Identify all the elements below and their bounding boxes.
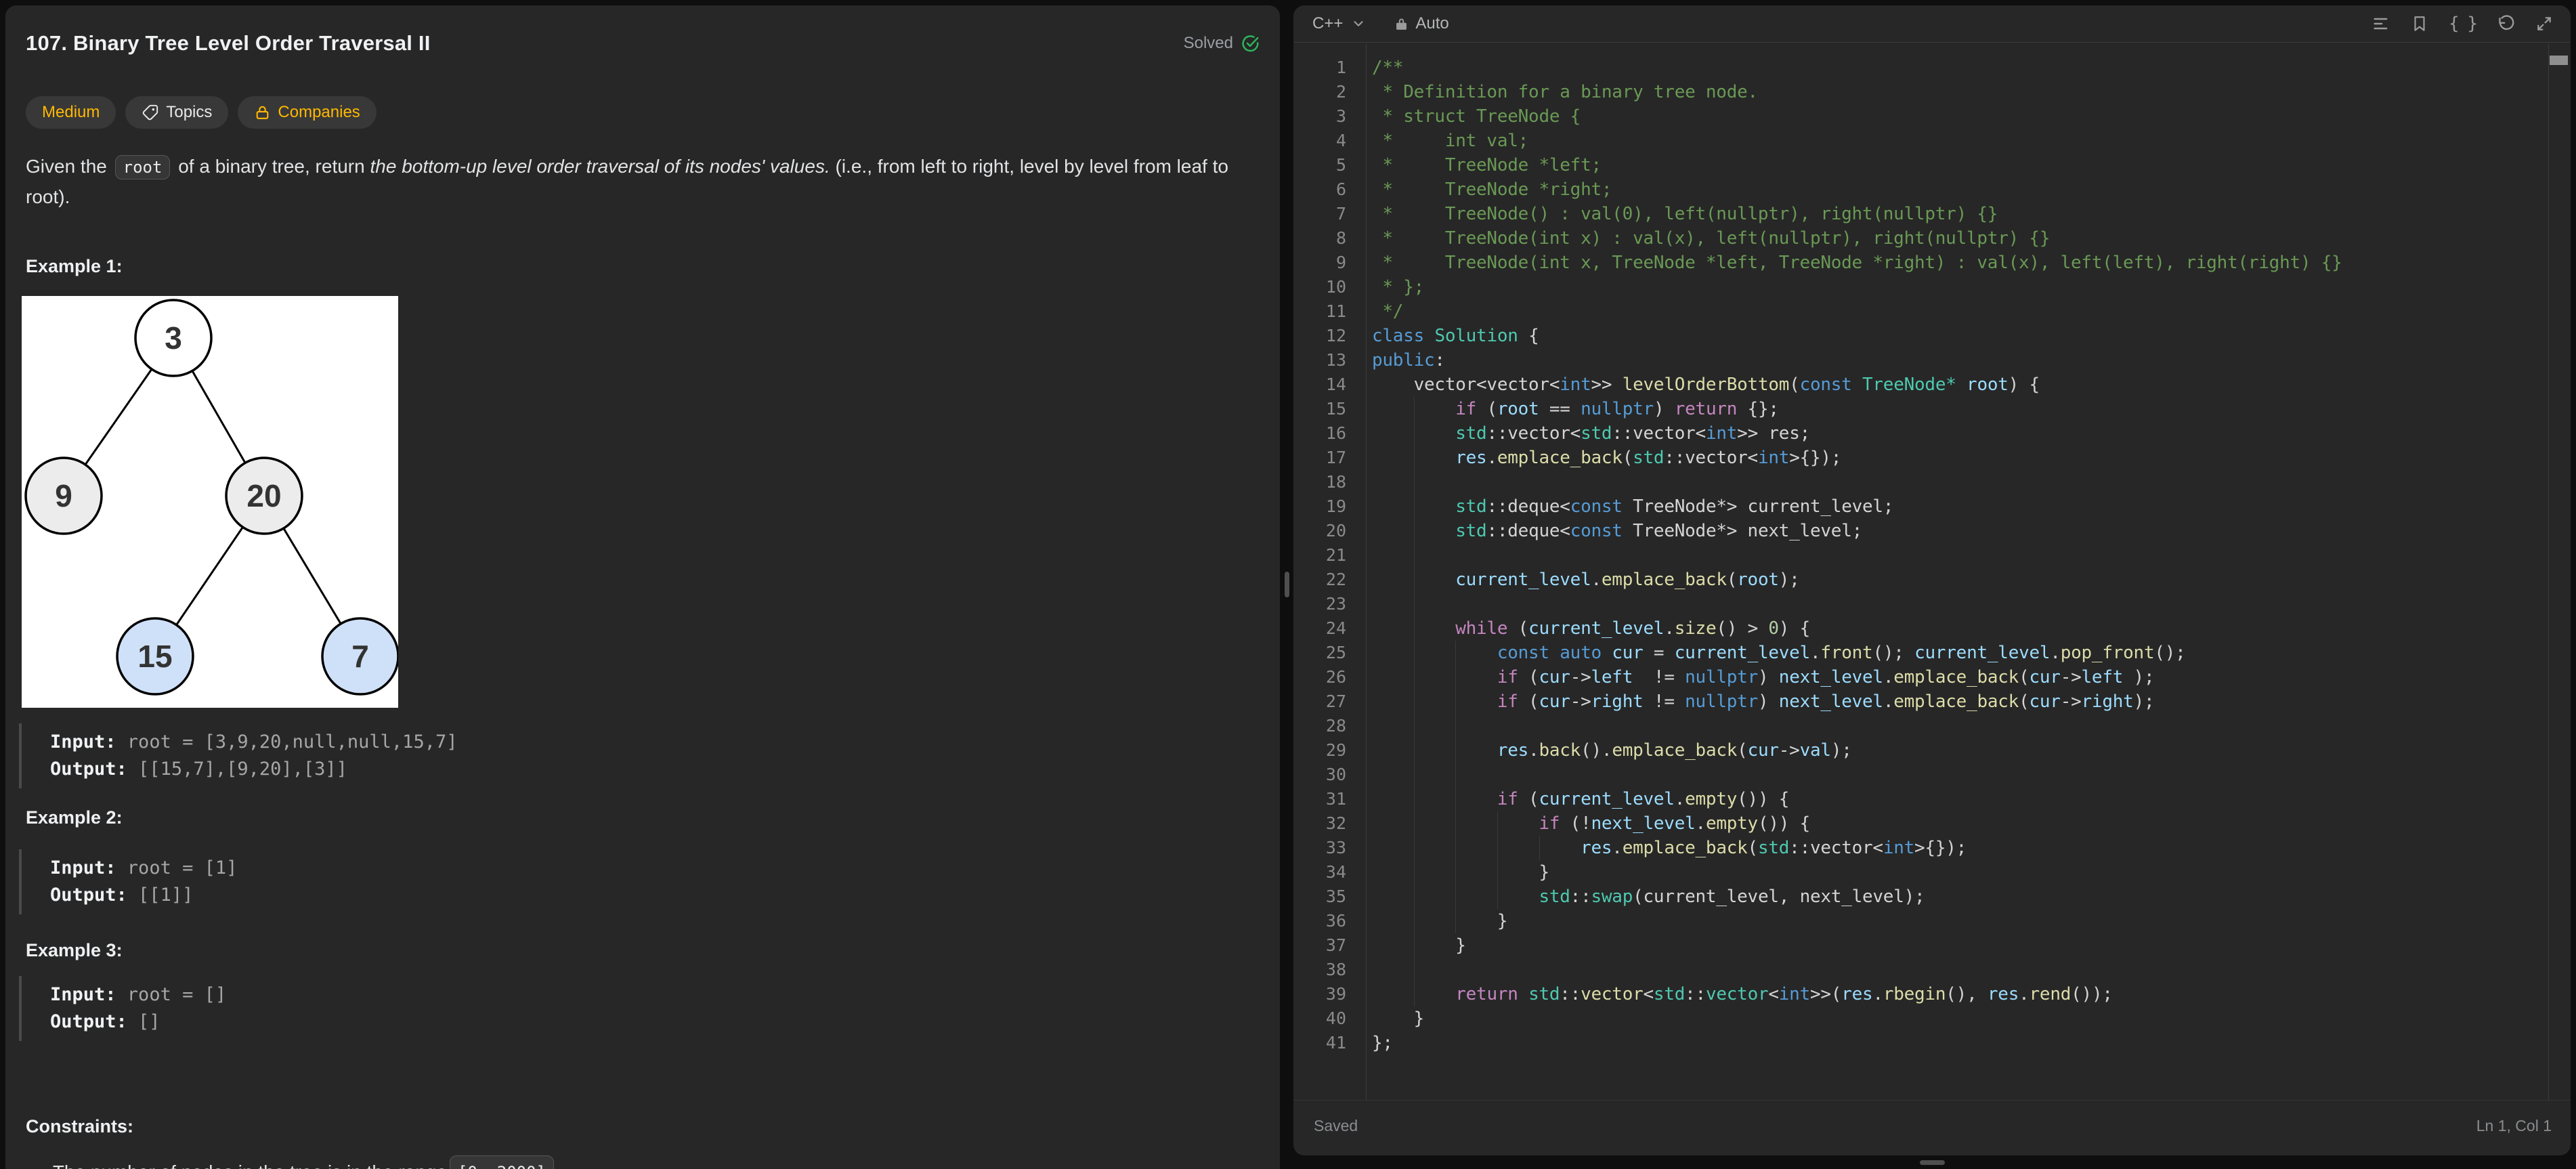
console-resize-handle[interactable]	[1920, 1160, 1945, 1165]
gutter-separator	[1366, 44, 1367, 1100]
difficulty-badge[interactable]: Medium	[26, 96, 116, 129]
example-1-heading: Example 1:	[26, 256, 123, 277]
example-3-heading: Example 3:	[26, 940, 123, 961]
example-1-io-block: Input: root = [3,9,20,null,null,15,7] Out…	[19, 723, 457, 788]
svg-text:7: 7	[351, 639, 369, 674]
svg-text:15: 15	[137, 639, 172, 674]
inline-code-chip: root	[115, 155, 171, 179]
input-value: root = []	[116, 984, 227, 1005]
output-label: Output:	[50, 885, 127, 906]
svg-text:9: 9	[55, 478, 72, 513]
expand-button[interactable]	[2535, 15, 2553, 33]
solved-label: Solved	[1184, 34, 1233, 53]
topics-label: Topics	[166, 103, 212, 122]
expand-icon	[2535, 15, 2553, 33]
language-label: C++	[1312, 14, 1343, 33]
lock-icon	[1394, 17, 1409, 31]
code-lines[interactable]: /** * Definition for a binary tree node.…	[1372, 56, 2543, 1055]
solved-status: Solved	[1184, 34, 1260, 53]
example-1-tree-figure: 3 9 20 15 7	[22, 296, 398, 708]
language-selector[interactable]: C++	[1312, 14, 1366, 33]
input-value: root = [3,9,20,null,null,15,7]	[116, 731, 458, 752]
cursor-position: Ln 1, Col 1	[2476, 1117, 2552, 1135]
editor-toolbar: { }	[2371, 14, 2553, 34]
desc-italic: the bottom-up level order traversal of i…	[370, 156, 830, 177]
constraints-heading: Constraints:	[26, 1116, 133, 1137]
overview-ruler-separator	[2548, 44, 2549, 1100]
desc-text: of a binary tree, return	[173, 156, 370, 177]
bookmark-button[interactable]	[2411, 15, 2428, 33]
gutter: 1234567891011121314151617181920212223242…	[1293, 56, 1346, 1055]
example-2-io-block: Input: root = [1] Output: [[1]]	[19, 849, 237, 914]
output-value: [[1]]	[127, 885, 194, 906]
undo-button[interactable]	[2497, 15, 2515, 33]
align-left-icon	[2371, 14, 2390, 33]
companies-label: Companies	[278, 103, 360, 122]
autosave-label: Auto	[1415, 14, 1448, 33]
panel-resize-handle[interactable]	[1285, 572, 1289, 597]
problem-header: 107. Binary Tree Level Order Traversal I…	[26, 31, 1260, 56]
output-value: []	[127, 1011, 160, 1032]
input-value: root = [1]	[116, 857, 238, 878]
desc-text: Given the	[26, 156, 112, 177]
editor-header: C++ Auto	[1293, 5, 2571, 43]
input-label: Input:	[50, 731, 116, 752]
autosave-toggle[interactable]: Auto	[1394, 14, 1448, 33]
page: 107. Binary Tree Level Order Traversal I…	[0, 0, 2576, 1169]
example-3-io-block: Input: root = [] Output: []	[19, 976, 226, 1041]
braces-icon: { }	[2449, 14, 2476, 34]
align-left-button[interactable]	[2371, 14, 2390, 33]
example-2-heading: Example 2:	[26, 807, 123, 828]
lock-icon	[254, 104, 271, 121]
scrollbar-thumb[interactable]	[2550, 56, 2568, 65]
output-label: Output:	[50, 759, 127, 780]
tag-icon	[142, 104, 159, 121]
undo-icon	[2497, 15, 2515, 33]
save-status: Saved	[1314, 1117, 1358, 1135]
output-label: Output:	[50, 1011, 127, 1032]
constraint-text: The number of nodes in the tree is in th…	[53, 1158, 447, 1169]
svg-text:20: 20	[246, 478, 281, 513]
braces-button[interactable]: { }	[2449, 14, 2476, 34]
constraint-item: • The number of nodes in the tree is in …	[31, 1155, 557, 1169]
bullet-marker: •	[31, 1158, 38, 1169]
companies-button[interactable]: Companies	[238, 96, 376, 129]
output-value: [[15,7],[9,20],[3]]	[127, 759, 347, 780]
chevron-down-icon	[1351, 16, 1366, 31]
binary-tree-diagram: 3 9 20 15 7	[22, 296, 398, 708]
topics-button[interactable]: Topics	[125, 96, 228, 129]
input-label: Input:	[50, 984, 116, 1005]
editor-statusbar: Saved Ln 1, Col 1	[1293, 1100, 2571, 1155]
solved-check-icon	[1241, 35, 1260, 53]
bookmark-icon	[2411, 15, 2428, 33]
problem-panel: 107. Binary Tree Level Order Traversal I…	[5, 5, 1280, 1169]
input-label: Input:	[50, 857, 116, 878]
editor-panel: C++ Auto	[1293, 5, 2571, 1155]
badges-row: Medium Topics Companies	[26, 96, 377, 129]
svg-text:3: 3	[165, 320, 182, 356]
problem-description: Given the root of a binary tree, return …	[26, 152, 1253, 212]
code-editor[interactable]: 1234567891011121314151617181920212223242…	[1293, 44, 2571, 1100]
constraint-range-chip: [0, 2000]	[450, 1155, 554, 1169]
page-title: 107. Binary Tree Level Order Traversal I…	[26, 31, 431, 56]
